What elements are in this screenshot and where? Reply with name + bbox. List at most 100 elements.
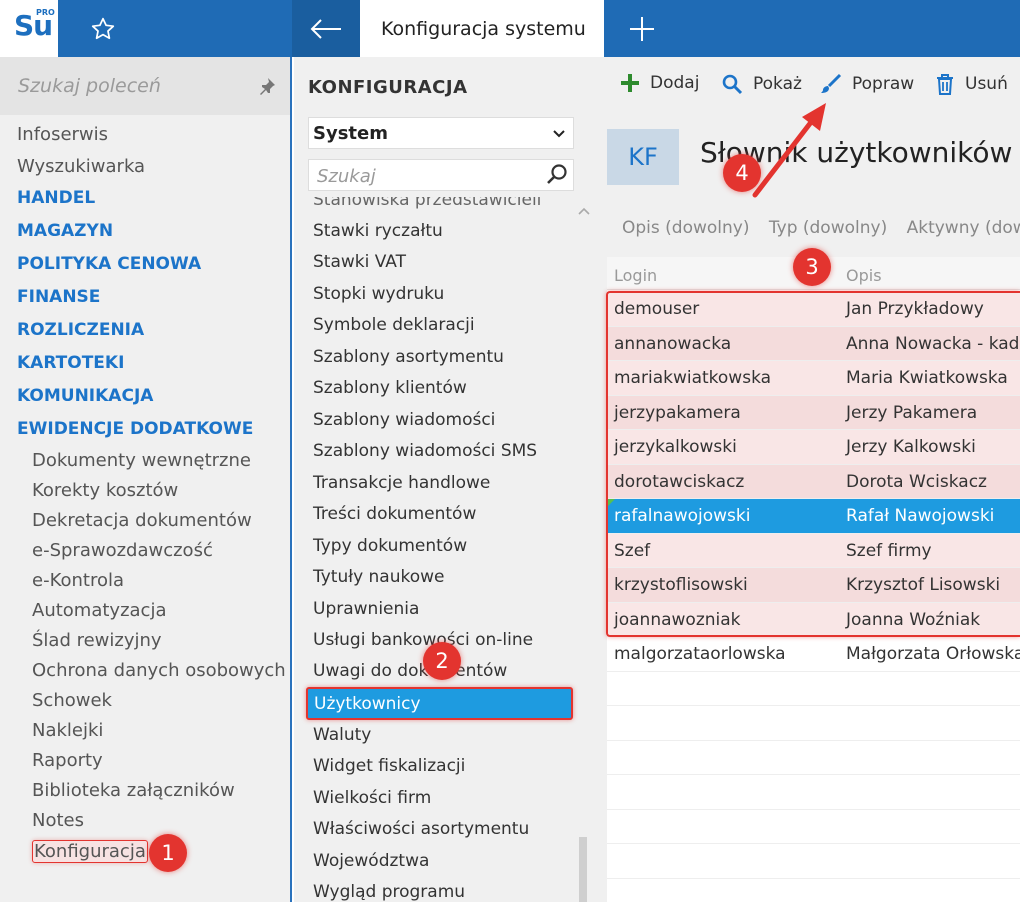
column-header-opis[interactable]: Opis — [846, 266, 882, 285]
config-item[interactable]: Transakcje handlowe — [313, 473, 490, 493]
add-button[interactable]: Dodaj — [620, 73, 699, 93]
sidebar-section-kartoteki[interactable]: KARTOTEKI — [17, 353, 124, 373]
table-row[interactable]: malgorzataorlowska Małgorzata Orłowska — [607, 637, 1020, 672]
sidebar-item-e-sprawozdawczosc[interactable]: e-Sprawozdawczość — [32, 540, 213, 561]
sidebar-item-naklejki[interactable]: Naklejki — [32, 720, 103, 741]
new-tab-button[interactable] — [604, 0, 680, 57]
config-item[interactable]: Województwa — [313, 851, 429, 871]
back-button[interactable] — [292, 0, 360, 57]
config-item[interactable]: Typy dokumentów — [313, 536, 467, 556]
config-item[interactable]: Uprawnienia — [313, 599, 419, 619]
config-item[interactable]: Szablony asortymentu — [313, 347, 504, 367]
delete-button[interactable]: Usuń — [935, 73, 1008, 95]
sidebar-section-ewidencje-dodatkowe[interactable]: EWIDENCJE DODATKOWE — [17, 419, 253, 439]
config-item[interactable]: Wielkości firm — [313, 788, 431, 808]
sidebar-item-notes[interactable]: Notes — [32, 810, 84, 831]
sidebar-item-konfiguracja[interactable]: Konfiguracja — [32, 840, 148, 863]
config-item[interactable]: Symbole deklaracji — [313, 315, 475, 335]
pin-icon[interactable] — [258, 77, 276, 95]
sidebar-section-rozliczenia[interactable]: ROZLICZENIA — [17, 320, 144, 340]
config-item-uzytkownicy-selected[interactable]: Użytkownicy — [306, 687, 573, 720]
config-item[interactable]: Stawki ryczałtu — [313, 221, 443, 241]
table-row[interactable]: jerzypakamera Jerzy Pakamera — [607, 395, 1020, 430]
config-item[interactable]: Stawki VAT — [313, 252, 406, 272]
sidebar-item-dekretacja-dokumentow[interactable]: Dekretacja dokumentów — [32, 510, 252, 531]
tab-label: Konfiguracja systemu — [381, 17, 586, 40]
config-item[interactable]: Uwagi do dokumentów — [313, 661, 507, 681]
users-table: Login Opis demouser Jan Przykładowy anna… — [607, 257, 1020, 902]
config-item[interactable]: Waluty — [313, 725, 371, 745]
filter-typ[interactable]: Typ (dowolny) — [769, 218, 887, 238]
scrollbar-thumb[interactable] — [579, 837, 587, 902]
config-item[interactable]: Szablony klientów — [313, 378, 467, 398]
sidebar-section-polityka-cenowa[interactable]: POLITYKA CENOWA — [17, 254, 201, 274]
sidebar-item-biblioteka-zalacznikow[interactable]: Biblioteka załączników — [32, 780, 235, 801]
config-item[interactable]: Stopki wydruku — [313, 284, 444, 304]
show-label: Pokaż — [753, 74, 802, 94]
edit-button[interactable]: Popraw — [820, 73, 914, 95]
table-row-selected[interactable]: rafalnawojowski Rafał Nawojowski — [607, 499, 1020, 534]
area-select[interactable]: System — [308, 117, 574, 149]
table-row[interactable]: mariakwiatkowska Maria Kwiatkowska — [607, 361, 1020, 396]
sidebar-item-korekty-kosztow[interactable]: Korekty kosztów — [32, 480, 178, 501]
table-row[interactable]: annanowacka Anna Nowacka - kadro — [607, 326, 1020, 361]
sidebar-section-handel[interactable]: HANDEL — [17, 188, 95, 208]
sidebar-item-raporty[interactable]: Raporty — [32, 750, 103, 771]
table-row[interactable]: joannawozniak Joanna Woźniak — [607, 602, 1020, 637]
config-item[interactable]: Tytuły naukowe — [313, 567, 445, 587]
config-item[interactable]: Szablony wiadomości — [313, 410, 495, 430]
config-item-stanowiska[interactable]: Stanowiska przedstawicieli — [313, 197, 541, 210]
filter-opis[interactable]: Opis (dowolny) — [622, 218, 749, 238]
sidebar-item-wyszukiwarka[interactable]: Wyszukiwarka — [17, 156, 145, 177]
table-row[interactable]: Szef Szef firmy — [607, 533, 1020, 568]
sidebar-item-schowek[interactable]: Schowek — [32, 690, 112, 711]
tab-konfiguracja-systemu[interactable]: Konfiguracja systemu — [360, 0, 604, 57]
sidebar-item-e-kontrola[interactable]: e-Kontrola — [32, 570, 124, 591]
show-button[interactable]: Pokaż — [721, 73, 802, 95]
sidebar-section-komunikacja[interactable]: KOMUNIKACJA — [17, 386, 153, 406]
chevron-down-icon — [553, 130, 565, 138]
config-item[interactable]: Właściwości asortymentu — [313, 819, 529, 839]
table-row[interactable]: jerzykalkowski Jerzy Kalkowski — [607, 430, 1020, 465]
table-row-empty — [607, 810, 1020, 844]
config-item[interactable]: Wygląd programu — [313, 882, 465, 902]
table-row[interactable]: demouser Jan Przykładowy — [607, 292, 1020, 327]
app-logo[interactable]: Su PRO — [0, 0, 58, 57]
cell-login: demouser — [614, 299, 700, 319]
cell-opis: Rafał Nawojowski — [846, 506, 995, 526]
favorites-button[interactable] — [60, 0, 150, 57]
cell-login: Szef — [614, 540, 651, 561]
sidebar-item-automatyzacja[interactable]: Automatyzacja — [32, 600, 166, 621]
table-row-empty — [607, 741, 1020, 775]
config-list-scrollbar[interactable] — [574, 200, 592, 902]
config-search-input[interactable]: Szukaj — [308, 159, 574, 191]
table-row-empty — [607, 775, 1020, 810]
config-item[interactable]: Treści dokumentów — [313, 504, 476, 524]
search-icon[interactable] — [545, 163, 569, 187]
filter-aktywny[interactable]: Aktywny (dowoln — [907, 218, 1020, 238]
sidebar: Szukaj poleceń Infoserwis Wyszukiwarka H… — [0, 57, 292, 902]
annotation-marker-1: 1 — [149, 834, 187, 872]
sidebar-item-infoserwis[interactable]: Infoserwis — [17, 124, 108, 145]
cell-opis: Jan Przykładowy — [846, 299, 984, 319]
cell-opis: Anna Nowacka - kadro — [846, 333, 1020, 354]
sidebar-section-finanse[interactable]: FINANSE — [17, 287, 100, 307]
sidebar-item-slad-rewizyjny[interactable]: Ślad rewizyjny — [32, 630, 162, 651]
config-item[interactable]: Usługi bankowości on-line — [313, 630, 533, 650]
chevron-up-icon[interactable] — [578, 206, 590, 216]
table-row[interactable]: krzystoflisowski Krzysztof Lisowski — [607, 568, 1020, 603]
sidebar-section-magazyn[interactable]: MAGAZYN — [17, 221, 113, 241]
sidebar-item-ochrona-danych[interactable]: Ochrona danych osobowych — [32, 660, 286, 681]
config-item[interactable]: Szablony wiadomości SMS — [313, 441, 537, 461]
cell-opis: Szef firmy — [846, 540, 932, 561]
column-header-login[interactable]: Login — [614, 266, 657, 285]
table-row[interactable]: dorotawciskacz Dorota Wciskacz — [607, 464, 1020, 499]
search-icon — [722, 74, 743, 95]
cell-opis: Maria Kwiatkowska — [846, 368, 1008, 388]
command-search-input[interactable]: Szukaj poleceń — [0, 57, 290, 115]
sidebar-item-dokumenty-wewnetrzne[interactable]: Dokumenty wewnętrzne — [32, 450, 251, 471]
config-item[interactable]: Widget fiskalizacji — [313, 756, 465, 776]
plus-icon — [630, 16, 654, 41]
cell-login: jerzypakamera — [614, 402, 741, 423]
add-label: Dodaj — [650, 73, 700, 93]
